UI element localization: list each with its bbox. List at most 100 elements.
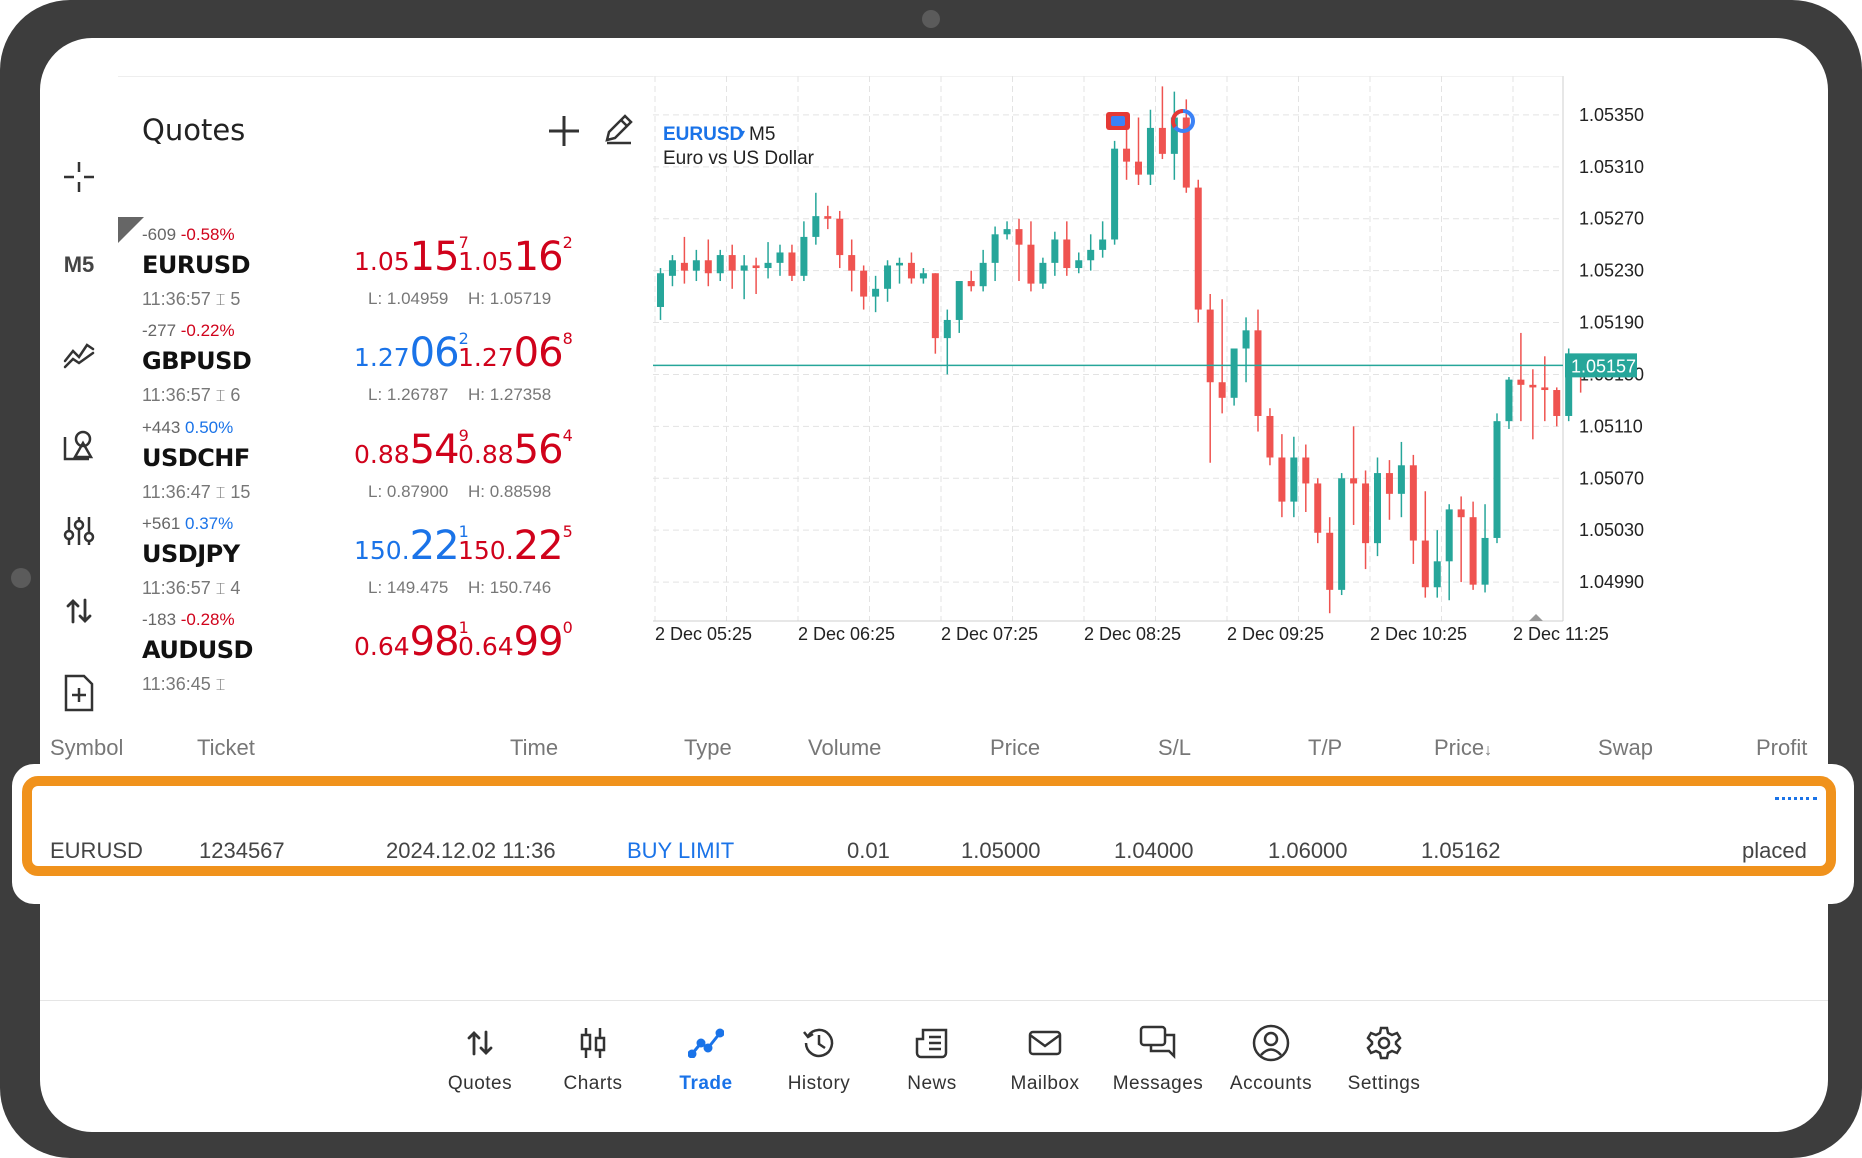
- time-label: 2 Dec 09:25: [1227, 624, 1324, 644]
- nav-charts[interactable]: Charts: [538, 1023, 648, 1113]
- trade-tp: 1.06000: [1268, 838, 1348, 863]
- col-type[interactable]: Type: [684, 735, 732, 761]
- chart-symbol[interactable]: EURUSD: [663, 124, 743, 146]
- candle-down: [704, 260, 712, 274]
- candle-down: [1421, 540, 1429, 588]
- quote-spread: 5: [230, 289, 241, 309]
- candle-up: [896, 262, 903, 266]
- nav-messages[interactable]: Messages: [1103, 1023, 1213, 1113]
- col-ticket[interactable]: Ticket: [197, 735, 255, 761]
- timeframe-button[interactable]: M5: [52, 238, 106, 292]
- camera-dot: [922, 10, 940, 28]
- quotes-panel: Quotes -609 -0.58% EURUSD 11:36:57 ⌶ 5 1.05…: [118, 76, 653, 723]
- candle-down: [907, 262, 915, 279]
- nav-mailbox[interactable]: Mailbox: [990, 1023, 1100, 1113]
- side-button-dot: [11, 568, 31, 588]
- candle-up: [776, 252, 784, 263]
- app-screen: M5 Quotes -609 -0.58% EURUSD 11:36:57 ⌶ …: [40, 38, 1828, 1132]
- chart-canvas[interactable]: 1.05350 1.05310 1.05270 1.05230 1.05190 1.051…: [653, 76, 1828, 656]
- bid-price[interactable]: 150.221: [354, 522, 469, 570]
- add-symbol-button[interactable]: [542, 109, 586, 153]
- chart-description: Euro vs US Dollar: [663, 148, 814, 169]
- new-order-icon[interactable]: [52, 666, 106, 720]
- price-label: 1.05270: [1579, 209, 1644, 229]
- candle-up: [1111, 148, 1119, 240]
- nav-accounts[interactable]: Accounts: [1216, 1023, 1326, 1113]
- nav-label: History: [787, 1073, 851, 1094]
- ask-price[interactable]: 0.64990: [458, 618, 573, 666]
- bid-prefix: 1.05: [354, 247, 410, 276]
- trade-marker-inner: [1111, 116, 1125, 126]
- candle-up: [979, 262, 987, 287]
- candle-down: [967, 281, 975, 287]
- candle-up: [991, 234, 999, 263]
- candle-up: [919, 273, 927, 279]
- candle-down: [1158, 127, 1166, 154]
- nav-settings[interactable]: Settings: [1329, 1023, 1439, 1113]
- col-current-price[interactable]: Price↓: [1434, 735, 1492, 761]
- candle-up: [1230, 348, 1238, 398]
- candle-down: [1218, 382, 1226, 398]
- quote-low: L: 149.475: [368, 578, 449, 597]
- bid-prefix: 1.27: [354, 343, 410, 372]
- col-swap[interactable]: Swap: [1598, 735, 1653, 761]
- trade-line-icon: [686, 1023, 726, 1063]
- quote-time-value: 11:36:57: [142, 289, 211, 309]
- candle-up: [716, 255, 724, 274]
- ask-point: 8: [562, 329, 573, 348]
- col-symbol[interactable]: Symbol: [50, 735, 123, 761]
- quote-time: 11:36:45 ⌶: [142, 674, 225, 695]
- col-profit[interactable]: Profit: [1756, 735, 1807, 761]
- bid-price[interactable]: 0.88549: [354, 426, 469, 474]
- ask-price[interactable]: 150.225: [458, 522, 573, 570]
- nav-label: Settings: [1347, 1073, 1421, 1094]
- bid-prefix: 0.64: [354, 632, 410, 661]
- candle-up: [740, 265, 748, 271]
- price-label: 1.05310: [1579, 157, 1644, 177]
- quote-symbol: EURUSD: [142, 251, 251, 279]
- quote-symbol: GBPUSD: [142, 347, 252, 375]
- candle-down: [1194, 187, 1202, 310]
- nav-history[interactable]: History: [764, 1023, 874, 1113]
- candle-down: [1409, 465, 1417, 541]
- change-points: -277: [142, 321, 177, 340]
- objects-icon[interactable]: [52, 418, 106, 472]
- bid-price[interactable]: 1.27062: [354, 329, 469, 377]
- col-sl[interactable]: S/L: [1158, 735, 1191, 761]
- change-percent: -0.22%: [180, 321, 235, 340]
- candle-up: [1445, 509, 1453, 562]
- price-label: 1.05190: [1579, 313, 1644, 333]
- settings-sliders-icon[interactable]: [52, 504, 106, 558]
- price-chart[interactable]: 1.05350 1.05310 1.05270 1.05230 1.05190 1.051…: [653, 76, 1828, 656]
- bid-price[interactable]: 1.05157: [354, 233, 469, 281]
- trade-row[interactable]: EURUSD 1234567 2024.12.02 11:36 BUY LIMI…: [40, 838, 1828, 868]
- candle-up: [1374, 473, 1381, 544]
- sort-down-icon: ↓: [1484, 742, 1493, 759]
- col-time[interactable]: Time: [510, 735, 558, 761]
- price-label: 1.05030: [1579, 520, 1644, 540]
- quote-symbol: AUDUSD: [142, 636, 253, 664]
- trade-arrows-icon[interactable]: [52, 584, 106, 638]
- ask-price[interactable]: 0.88564: [458, 426, 573, 474]
- bid-price[interactable]: 0.64981: [354, 618, 469, 666]
- nav-news[interactable]: News: [877, 1023, 987, 1113]
- quote-high: H: 1.05719: [468, 289, 552, 308]
- ask-price[interactable]: 1.27068: [458, 329, 573, 377]
- col-tp[interactable]: T/P: [1308, 735, 1342, 761]
- quote-high: H: 150.746: [468, 578, 552, 597]
- quote-item-audusd[interactable]: -183 -0.28% AUDUSD 11:36:45 ⌶ 0.64981 0.649…: [118, 610, 653, 723]
- candle-down: [1254, 330, 1262, 416]
- bid-pips: 98: [409, 619, 460, 665]
- candle-down: [1266, 415, 1274, 458]
- quote-symbol: USDJPY: [142, 540, 240, 568]
- edit-symbols-button[interactable]: [596, 107, 640, 151]
- symbol-dropdown-icon[interactable]: ▾: [739, 126, 745, 140]
- candle-down: [1135, 161, 1142, 175]
- ask-price[interactable]: 1.05162: [458, 233, 573, 281]
- nav-trade[interactable]: Trade: [651, 1023, 761, 1113]
- col-price[interactable]: Price: [990, 735, 1040, 761]
- crosshair-icon[interactable]: [52, 150, 106, 204]
- indicators-icon[interactable]: [52, 326, 106, 380]
- col-volume[interactable]: Volume: [808, 735, 881, 761]
- nav-quotes[interactable]: Quotes: [425, 1023, 535, 1113]
